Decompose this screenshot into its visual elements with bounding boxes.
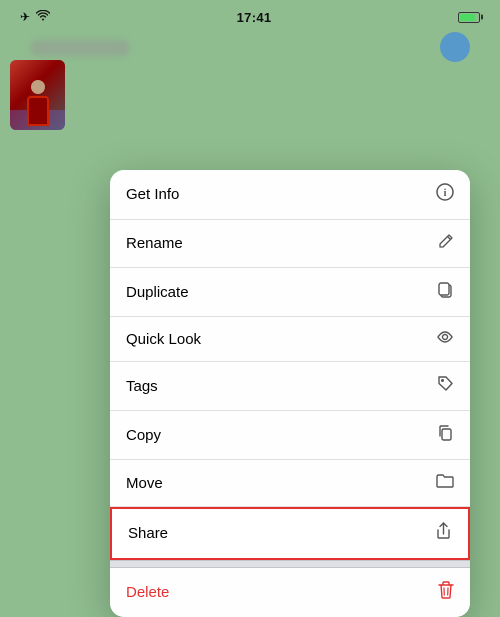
status-right-icons [458,12,480,23]
menu-item-delete[interactable]: Delete [110,568,470,617]
wifi-icon [36,10,50,24]
duplicate-icon [437,281,454,303]
menu-item-quick-look[interactable]: Quick Look [110,317,470,362]
menu-item-share[interactable]: Share [110,507,470,560]
person-figure [23,80,53,130]
menu-item-tags[interactable]: Tags [110,362,470,411]
folder-icon [436,473,454,493]
eye-icon [436,330,454,348]
status-time: 17:41 [237,10,272,25]
info-icon: i [436,183,454,206]
background-content [20,40,480,71]
airplane-icon: ✈ [20,10,30,24]
thumbnail-image [10,60,65,130]
battery-icon [458,12,480,23]
menu-item-copy[interactable]: Copy [110,411,470,460]
menu-item-duplicate[interactable]: Duplicate [110,268,470,317]
status-left-icons: ✈ [20,10,50,24]
blue-dot-decoration [440,32,470,62]
svg-text:i: i [444,188,447,199]
tag-icon [437,375,454,397]
menu-item-get-info[interactable]: Get Info i [110,170,470,220]
file-thumbnail [10,60,65,130]
share-icon [435,522,452,545]
blurred-title [30,40,130,56]
menu-item-move[interactable]: Move [110,460,470,507]
trash-icon [438,581,454,604]
pencil-icon [438,233,454,254]
status-bar: ✈ 17:41 [0,0,500,30]
menu-separator [110,560,470,568]
copy-icon [437,424,454,446]
menu-item-rename[interactable]: Rename [110,220,470,268]
